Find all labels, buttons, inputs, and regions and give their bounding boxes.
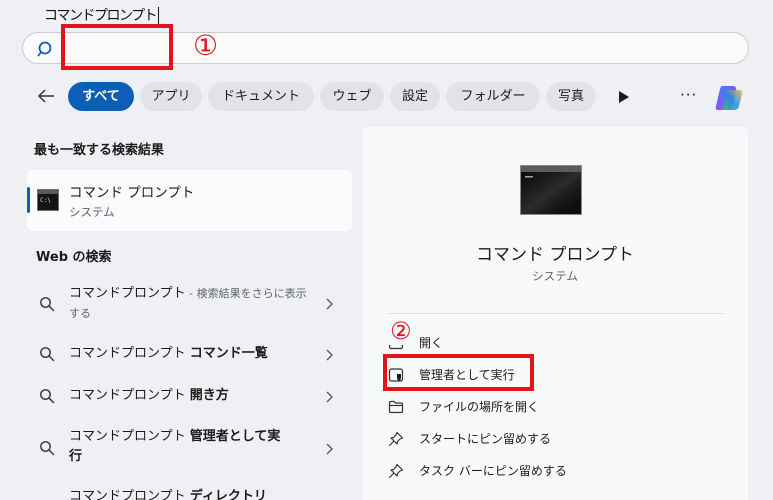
search-input[interactable]: コマンドプロンプト [44, 7, 158, 25]
action-pin-to-taskbar[interactable]: タスク バーにピン留めする [388, 460, 688, 482]
search-icon [40, 441, 55, 456]
preview-title: コマンド プロンプト [476, 245, 634, 265]
pin-icon [388, 431, 404, 447]
web-search-heading: Web の検索 [36, 250, 112, 265]
action-open[interactable]: 開く [388, 332, 688, 354]
highlight-box-search [61, 24, 173, 70]
search-icon [40, 389, 55, 404]
search-icon [37, 41, 52, 57]
action-label: スタートにピン留めする [419, 432, 552, 446]
web-result-suffix: コマンド一覧 [189, 346, 268, 361]
best-match-title: コマンド プロンプト [69, 185, 195, 201]
command-prompt-icon [520, 165, 582, 215]
highlight-box-run-as-admin [383, 354, 534, 391]
action-label: タスク バーにピン留めする [419, 464, 567, 478]
web-result-suffix: 開き方 [189, 388, 229, 403]
action-label: ファイルの場所を開く [419, 400, 540, 414]
best-match-item[interactable]: C:\ コマンド プロンプト システム [27, 170, 352, 231]
filter-chip-settings[interactable]: 設定 [390, 82, 440, 111]
folder-icon [388, 400, 404, 414]
svg-text:C:\: C:\ [40, 197, 51, 204]
web-result-item[interactable]: コマンドプロンプト コマンド一覧 [27, 343, 352, 367]
web-result-item[interactable]: コマンドプロンプト - 検索結果をさらに表示する [27, 282, 352, 326]
command-prompt-icon: C:\ [37, 189, 59, 211]
filter-chip-all[interactable]: すべて [68, 82, 134, 111]
web-result-item[interactable]: コマンドプロンプト ディレクトリ [27, 487, 352, 500]
preview-subtitle: システム [532, 269, 578, 283]
web-result-query: コマンドプロンプト [69, 388, 190, 403]
more-options-button[interactable]: ··· [680, 86, 697, 104]
filter-chip-folders[interactable]: フォルダー [446, 82, 540, 111]
search-icon [40, 347, 55, 362]
step-marker-2: ② [388, 317, 414, 345]
web-result-query: コマンドプロンプト [69, 429, 190, 444]
chevron-right-icon [326, 298, 333, 310]
search-icon [40, 297, 55, 312]
web-result-item[interactable]: コマンドプロンプト 管理者として実行 [27, 427, 352, 471]
pin-icon [388, 463, 404, 479]
chevron-right-icon [326, 349, 333, 361]
best-match-heading: 最も一致する検索結果 [34, 143, 165, 158]
web-result-item[interactable]: コマンドプロンプト 開き方 [27, 385, 352, 409]
filter-chip-apps[interactable]: アプリ [140, 82, 202, 111]
filter-chip-documents[interactable]: ドキュメント [208, 82, 314, 111]
action-pin-to-start[interactable]: スタートにピン留めする [388, 428, 688, 450]
chevron-right-icon [326, 443, 333, 455]
copilot-icon[interactable] [713, 82, 745, 114]
chevron-right-icon [326, 391, 333, 403]
selection-accent [27, 187, 30, 213]
filter-chip-photos[interactable]: 写真 [546, 82, 596, 111]
web-result-query: コマンドプロンプト [69, 346, 190, 361]
step-marker-1: ① [193, 29, 219, 62]
filter-chip-web[interactable]: ウェブ [320, 82, 384, 111]
action-open-file-location[interactable]: ファイルの場所を開く [388, 396, 688, 418]
best-match-subtitle: システム [69, 205, 115, 219]
back-arrow-icon[interactable] [36, 86, 56, 106]
web-result-query: コマンドプロンプト [69, 286, 186, 301]
play-icon[interactable] [618, 90, 630, 104]
web-result-query: コマンドプロンプト [69, 489, 190, 500]
web-result-suffix: ディレクトリ [189, 489, 267, 500]
action-label: 開く [419, 336, 444, 350]
divider [388, 313, 725, 314]
